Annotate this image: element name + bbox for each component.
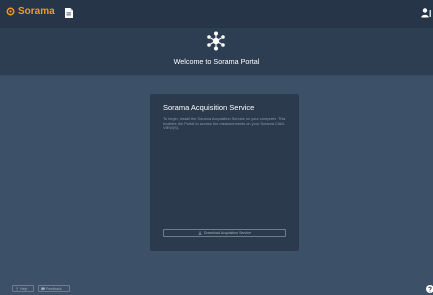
sorama-portal-logo-icon bbox=[207, 31, 225, 51]
download-icon bbox=[198, 231, 202, 235]
feedback-label: Feedback bbox=[46, 286, 62, 291]
page-title: Welcome to Sorama Portal bbox=[173, 57, 260, 66]
brand-name: Sorama bbox=[18, 6, 55, 17]
question-icon bbox=[16, 287, 19, 291]
card-title: Sorama Acquisition Service bbox=[163, 103, 255, 112]
brand[interactable]: Sorama bbox=[6, 6, 55, 17]
user-icon[interactable] bbox=[421, 7, 431, 19]
sorama-logo-icon bbox=[6, 7, 15, 16]
help-label: Help bbox=[20, 286, 28, 291]
download-button-label: Download Acquisition Service bbox=[203, 231, 252, 235]
feedback-button[interactable]: Feedback bbox=[38, 285, 70, 292]
help-button[interactable]: Help bbox=[12, 285, 34, 292]
top-bar: Sorama bbox=[0, 0, 433, 28]
help-circle-icon[interactable] bbox=[426, 285, 433, 293]
document-icon[interactable] bbox=[64, 7, 74, 19]
acquisition-service-card: Sorama Acquisition Service To begin, ins… bbox=[150, 94, 299, 251]
card-description: To begin, install the Sorama Acquisition… bbox=[163, 116, 286, 131]
download-acquisition-service-button[interactable]: Download Acquisition Service bbox=[163, 229, 286, 237]
welcome-banner: Welcome to Sorama Portal bbox=[0, 28, 433, 76]
comment-icon bbox=[41, 287, 45, 291]
